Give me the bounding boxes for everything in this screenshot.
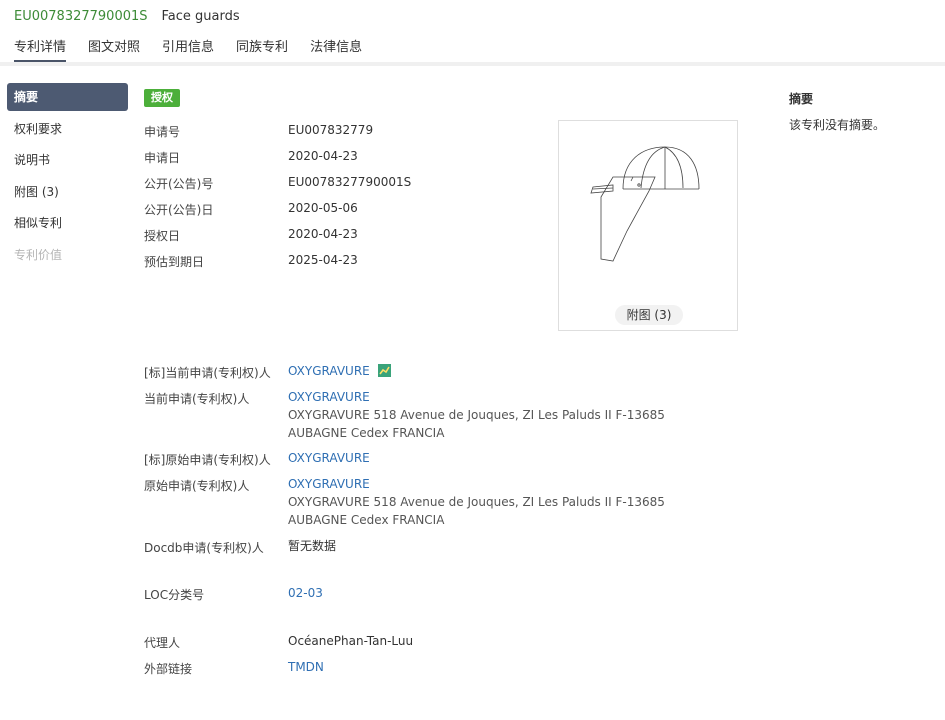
grant-date-label: 授权日 [144,229,181,243]
current-applicant: OXYGRAVURE OXYGRAVURE 518 Avenue de Jouq… [288,388,718,442]
agent-label: 代理人 [144,636,181,650]
face-guard-drawing [590,146,700,262]
current-applicant-label: 当前申请(专利权)人 [144,392,250,406]
sidebar-item-value: 专利价值 [14,247,63,262]
application-date-label: 申请日 [144,151,181,165]
grant-date: 2020-04-23 [288,227,358,241]
original-applicant-label: 原始申请(专利权)人 [144,479,250,493]
std-original-applicant-label: [标]原始申请(专利权)人 [144,453,271,467]
abstract-text: 该专利没有摘要。 [789,118,886,132]
title-row: EU0078327790001S Face guards [14,7,240,25]
sidebar-item-similar[interactable]: 相似专利 [7,209,128,237]
tab-patent-details[interactable]: 专利详情 [14,38,67,62]
abstract-title: 摘要 [789,92,814,106]
loc-class-label: LOC分类号 [144,588,205,602]
external-link-label: 外部链接 [144,662,193,676]
application-number-label: 申请号 [144,125,181,139]
figure-preview[interactable]: 附图 (3) [558,120,738,331]
sidebar-item-description[interactable]: 说明书 [7,146,128,174]
tab-citations[interactable]: 引用信息 [162,38,214,62]
docdb-applicant: 暂无数据 [288,539,337,553]
current-applicant-address: OXYGRAVURE 518 Avenue de Jouques, ZI Les… [288,408,665,440]
publication-number: EU0078327790001S [14,8,148,24]
std-current-applicant-name[interactable]: OXYGRAVURE [288,364,370,378]
tab-bar: 专利详情 图文对照 引用信息 同族专利 法律信息 [14,38,384,62]
std-current-applicant[interactable]: OXYGRAVURE [288,362,391,380]
tab-family[interactable]: 同族专利 [236,38,288,62]
expiry-date-label: 预估到期日 [144,255,205,269]
external-link[interactable]: TMDN [288,658,324,676]
publication-number-label: 公开(公告)号 [144,177,214,191]
sidebar-item-claims[interactable]: 权利要求 [7,115,128,143]
original-applicant: OXYGRAVURE OXYGRAVURE 518 Avenue de Jouq… [288,475,718,529]
patent-header: EU0078327790001S Face guards 专利详情 图文对照 引… [0,0,945,66]
expiry-date: 2025-04-23 [288,253,358,267]
publication-date: 2020-05-06 [288,201,358,215]
std-original-applicant[interactable]: OXYGRAVURE [288,449,370,467]
trend-chart-icon[interactable] [377,364,391,377]
loc-class[interactable]: 02-03 [288,584,323,602]
application-date: 2020-04-23 [288,149,358,163]
publication-number-value: EU0078327790001S [288,175,412,189]
figure-count-button[interactable]: 附图 (3) [615,305,683,325]
patent-title: Face guards [161,8,240,24]
sidebar-item-drawings[interactable]: 附图 (3) [7,178,128,206]
original-applicant-name[interactable]: OXYGRAVURE [288,475,718,493]
docdb-applicant-label: Docdb申请(专利权)人 [144,541,264,555]
original-applicant-address: OXYGRAVURE 518 Avenue de Jouques, ZI Les… [288,495,665,527]
status-badge: 授权 [144,89,180,107]
current-applicant-name[interactable]: OXYGRAVURE [288,388,718,406]
application-number: EU007832779 [288,123,374,137]
publication-date-label: 公开(公告)日 [144,203,214,217]
sidebar-item-abstract[interactable]: 摘要 [7,83,128,111]
sidebar: 摘要 权利要求 说明书 附图 (3) 相似专利 专利价值 [7,83,128,272]
std-current-applicant-label: [标]当前申请(专利权)人 [144,366,271,380]
agent: OcéanePhan-Tan-Luu [288,634,414,648]
tab-image-text[interactable]: 图文对照 [88,38,140,62]
tab-legal[interactable]: 法律信息 [310,38,362,62]
